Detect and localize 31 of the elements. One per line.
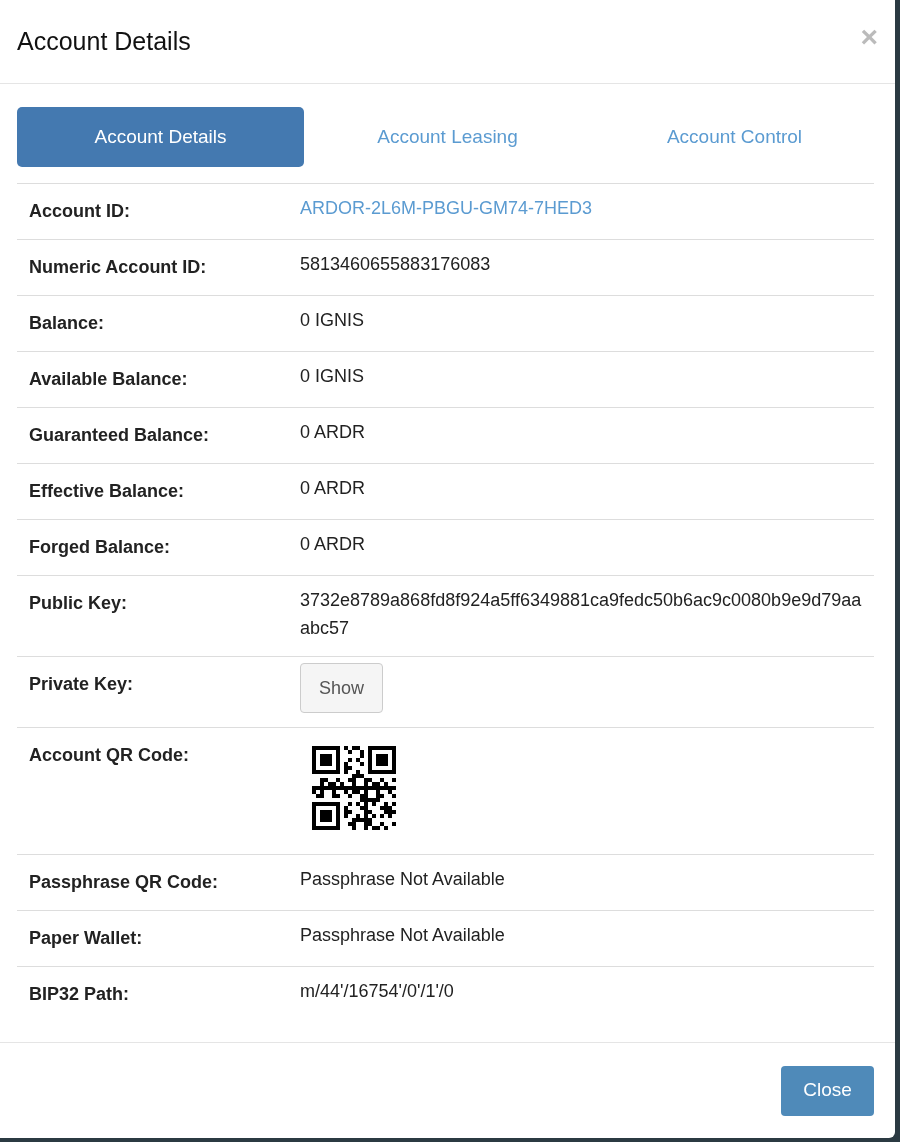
- field-label: Passphrase QR Code:: [29, 871, 220, 894]
- field-value: 5813460655883176083: [300, 254, 491, 274]
- field-value: Passphrase Not Available: [300, 925, 505, 945]
- field-label: Account ID:: [29, 200, 131, 223]
- field-value: 0 ARDR: [300, 422, 366, 442]
- tab[interactable]: Account Control: [591, 107, 878, 167]
- dialog-title: Account Details: [17, 25, 191, 57]
- field-label: Private Key:: [29, 673, 135, 696]
- close-button[interactable]: Close: [781, 1065, 874, 1116]
- field-label: Account QR Code:: [29, 744, 190, 767]
- field-value: 3732e8789a868fd8f924a5ff6349881ca9fedc50b6ac9c0080b9e9d79aaabc57: [300, 590, 862, 638]
- field-label: Forged Balance:: [29, 536, 172, 559]
- qr-code-icon: [312, 746, 396, 830]
- field-value: 0 IGNIS: [300, 310, 365, 330]
- field-label: Guaranteed Balance:: [29, 424, 211, 447]
- field-label: Balance:: [29, 312, 106, 335]
- show-button[interactable]: Show: [300, 663, 384, 713]
- field-value: Passphrase Not Available: [300, 869, 505, 889]
- field-label: Effective Balance:: [29, 480, 186, 503]
- field-label: BIP32 Path:: [29, 983, 131, 1006]
- field-label: Paper Wallet:: [29, 927, 144, 950]
- field-value: 0 IGNIS: [300, 366, 365, 386]
- field-value: 0 ARDR: [300, 478, 366, 498]
- tab[interactable]: Account Leasing: [304, 107, 591, 167]
- field-value: m/44'/16754'/0'/1'/0: [300, 981, 454, 1001]
- field-label: Public Key:: [29, 592, 129, 615]
- account-link[interactable]: ARDOR-2L6M-PBGU-GM74-7HED3: [300, 198, 593, 218]
- field-value: 0 ARDR: [300, 534, 366, 554]
- field-label: Available Balance:: [29, 368, 189, 391]
- field-label: Numeric Account ID:: [29, 256, 208, 279]
- tab[interactable]: Account Details: [17, 107, 304, 167]
